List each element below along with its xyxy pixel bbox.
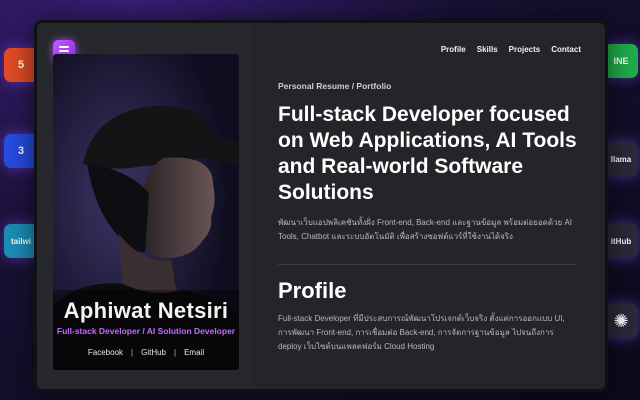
tailwind-icon: tailwi [4, 224, 38, 258]
left-column: Aphiwat Netsiri Full-stack Developer / A… [37, 23, 253, 389]
hero-headline: Full-stack Developer focused on Web Appl… [278, 103, 577, 204]
email-link[interactable]: Email [184, 348, 204, 357]
ollama-icon: llama [604, 142, 638, 176]
top-nav: Profile Skills Projects Contact [441, 45, 581, 54]
html5-icon: 5 [4, 48, 38, 82]
portfolio-window: Aphiwat Netsiri Full-stack Developer / A… [34, 20, 608, 392]
nav-contact[interactable]: Contact [551, 45, 581, 54]
openai-icon: ✺ [604, 304, 638, 338]
github-link[interactable]: GitHub [141, 348, 166, 357]
facebook-link[interactable]: Facebook [88, 348, 123, 357]
profile-section-body: Full-stack Developer ที่มีประสบการณ์พัฒน… [278, 314, 565, 351]
hero-intro: พัฒนาเว็บแอปพลิเคชันทั้งฝั่ง Front-end, … [278, 218, 573, 241]
github-icon: itHub [604, 224, 638, 258]
nav-profile[interactable]: Profile [441, 45, 466, 54]
main-content: Personal Resume / Portfolio Full-stack D… [278, 81, 578, 354]
link-separator: | [174, 348, 177, 357]
profile-card: Aphiwat Netsiri Full-stack Developer / A… [53, 54, 239, 370]
line-icon: INE [604, 44, 638, 78]
section-divider [278, 264, 576, 265]
hamburger-line-icon [59, 46, 69, 48]
profile-role: Full-stack Developer / AI Solution Devel… [56, 326, 236, 336]
nav-skills[interactable]: Skills [477, 45, 498, 54]
profile-section-title: Profile [278, 278, 347, 303]
link-separator: | [131, 348, 134, 357]
social-links: Facebook | GitHub | Email [53, 348, 239, 357]
css3-icon: 3 [4, 134, 38, 168]
hero-eyebrow: Personal Resume / Portfolio [278, 81, 392, 91]
nav-projects[interactable]: Projects [509, 45, 541, 54]
hamburger-line-icon [59, 50, 69, 52]
profile-name: Aphiwat Netsiri [63, 298, 229, 323]
